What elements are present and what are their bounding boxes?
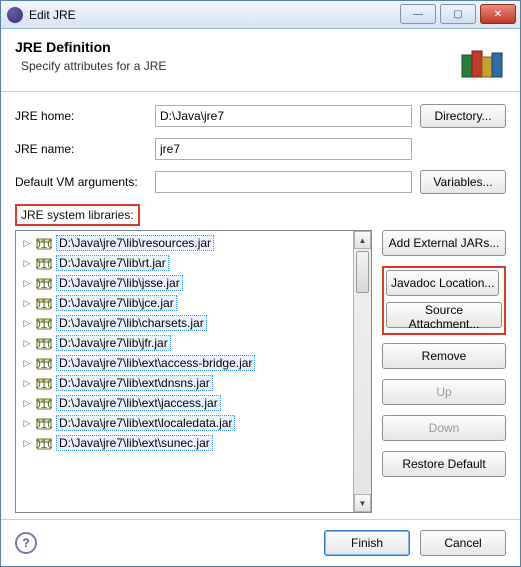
jar-path: D:\Java\jre7\lib\jfr.jar: [56, 335, 171, 351]
jar-icon: 010: [36, 376, 52, 390]
tree-item[interactable]: ▷ 010 D:\Java\jre7\lib\charsets.jar: [16, 313, 353, 333]
tree-item[interactable]: ▷ 010 D:\Java\jre7\lib\resources.jar: [16, 233, 353, 253]
header-title: JRE Definition: [15, 39, 458, 55]
expand-icon[interactable]: ▷: [22, 438, 32, 449]
svg-text:010: 010: [36, 257, 52, 270]
jar-icon: 010: [36, 236, 52, 250]
jar-icon: 010: [36, 396, 52, 410]
jar-icon: 010: [36, 436, 52, 450]
maximize-button[interactable]: ▢: [440, 4, 476, 24]
expand-icon[interactable]: ▷: [22, 258, 32, 269]
expand-icon[interactable]: ▷: [22, 418, 32, 429]
eclipse-icon: [7, 7, 23, 23]
svg-text:010: 010: [36, 237, 52, 250]
title-bar[interactable]: Edit JRE — ▢ ✕: [1, 1, 520, 29]
jar-icon: 010: [36, 256, 52, 270]
scroll-thumb[interactable]: [356, 251, 369, 293]
jar-path: D:\Java\jre7\lib\rt.jar: [56, 255, 169, 271]
expand-icon[interactable]: ▷: [22, 238, 32, 249]
scrollbar[interactable]: ▲ ▼: [353, 231, 371, 512]
help-button[interactable]: ?: [15, 532, 37, 554]
dialog-header: JRE Definition Specify attributes for a …: [1, 29, 520, 92]
expand-icon[interactable]: ▷: [22, 398, 32, 409]
up-button[interactable]: Up: [382, 379, 506, 405]
header-hint: Specify attributes for a JRE: [15, 59, 458, 73]
expand-icon[interactable]: ▷: [22, 318, 32, 329]
jar-path: D:\Java\jre7\lib\ext\jaccess.jar: [56, 395, 221, 411]
highlighted-buttons: Javadoc Location... Source Attachment...: [382, 266, 506, 335]
remove-button[interactable]: Remove: [382, 343, 506, 369]
jar-path: D:\Java\jre7\lib\ext\dnsns.jar: [56, 375, 213, 391]
tree-item[interactable]: ▷ 010 D:\Java\jre7\lib\jfr.jar: [16, 333, 353, 353]
jar-path: D:\Java\jre7\lib\ext\access-bridge.jar: [56, 355, 255, 371]
tree-item[interactable]: ▷ 010 D:\Java\jre7\lib\ext\dnsns.jar: [16, 373, 353, 393]
tree-item[interactable]: ▷ 010 D:\Java\jre7\lib\rt.jar: [16, 253, 353, 273]
svg-text:010: 010: [36, 437, 52, 450]
svg-text:010: 010: [36, 297, 52, 310]
tree-item[interactable]: ▷ 010 D:\Java\jre7\lib\ext\sunec.jar: [16, 433, 353, 453]
library-icon: [458, 39, 506, 81]
svg-text:010: 010: [36, 417, 52, 430]
edit-jre-dialog: Edit JRE — ▢ ✕ JRE Definition Specify at…: [0, 0, 521, 567]
restore-default-button[interactable]: Restore Default: [382, 451, 506, 477]
scroll-down-button[interactable]: ▼: [354, 494, 371, 512]
jar-icon: 010: [36, 276, 52, 290]
finish-button[interactable]: Finish: [324, 530, 410, 556]
source-attachment-button[interactable]: Source Attachment...: [386, 302, 502, 328]
jar-path: D:\Java\jre7\lib\jsse.jar: [56, 275, 183, 291]
expand-icon[interactable]: ▷: [22, 278, 32, 289]
tree-item[interactable]: ▷ 010 D:\Java\jre7\lib\jsse.jar: [16, 273, 353, 293]
tree-item[interactable]: ▷ 010 D:\Java\jre7\lib\ext\access-bridge.j…: [16, 353, 353, 373]
svg-text:010: 010: [36, 377, 52, 390]
vm-args-input[interactable]: [155, 171, 412, 193]
tree-item[interactable]: ▷ 010 D:\Java\jre7\lib\jce.jar: [16, 293, 353, 313]
jar-icon: 010: [36, 416, 52, 430]
jar-path: D:\Java\jre7\lib\ext\sunec.jar: [56, 435, 213, 451]
libraries-tree[interactable]: ▷ 010 D:\Java\jre7\lib\resources.jar ▷ 010 D:…: [15, 230, 372, 513]
minimize-button[interactable]: —: [400, 4, 436, 24]
jar-icon: 010: [36, 296, 52, 310]
variables-button[interactable]: Variables...: [420, 170, 506, 194]
jar-path: D:\Java\jre7\lib\ext\localedata.jar: [56, 415, 235, 431]
jre-home-input[interactable]: [155, 105, 412, 127]
down-button[interactable]: Down: [382, 415, 506, 441]
jar-path: D:\Java\jre7\lib\jce.jar: [56, 295, 177, 311]
system-libraries-label: JRE system libraries:: [15, 204, 140, 226]
jar-icon: 010: [36, 336, 52, 350]
jre-name-input[interactable]: [155, 138, 412, 160]
scroll-up-button[interactable]: ▲: [354, 231, 371, 249]
javadoc-location-button[interactable]: Javadoc Location...: [386, 270, 499, 296]
cancel-button[interactable]: Cancel: [420, 530, 506, 556]
window-title: Edit JRE: [29, 8, 400, 22]
expand-icon[interactable]: ▷: [22, 338, 32, 349]
tree-item[interactable]: ▷ 010 D:\Java\jre7\lib\ext\localedata.jar: [16, 413, 353, 433]
svg-text:010: 010: [36, 397, 52, 410]
tree-item[interactable]: ▷ 010 D:\Java\jre7\lib\ext\jaccess.jar: [16, 393, 353, 413]
jar-path: D:\Java\jre7\lib\resources.jar: [56, 235, 214, 251]
jre-home-label: JRE home:: [15, 109, 155, 123]
jar-icon: 010: [36, 316, 52, 330]
vm-args-label: Default VM arguments:: [15, 175, 155, 189]
close-button[interactable]: ✕: [480, 4, 516, 24]
jar-path: D:\Java\jre7\lib\charsets.jar: [56, 315, 207, 331]
expand-icon[interactable]: ▷: [22, 358, 32, 369]
svg-text:010: 010: [36, 277, 52, 290]
jar-icon: 010: [36, 356, 52, 370]
svg-text:010: 010: [36, 337, 52, 350]
svg-text:010: 010: [36, 317, 52, 330]
directory-button[interactable]: Directory...: [420, 104, 506, 128]
expand-icon[interactable]: ▷: [22, 378, 32, 389]
expand-icon[interactable]: ▷: [22, 298, 32, 309]
svg-text:010: 010: [36, 357, 52, 370]
add-external-jars-button[interactable]: Add External JARs...: [382, 230, 506, 256]
jre-name-label: JRE name:: [15, 142, 155, 156]
